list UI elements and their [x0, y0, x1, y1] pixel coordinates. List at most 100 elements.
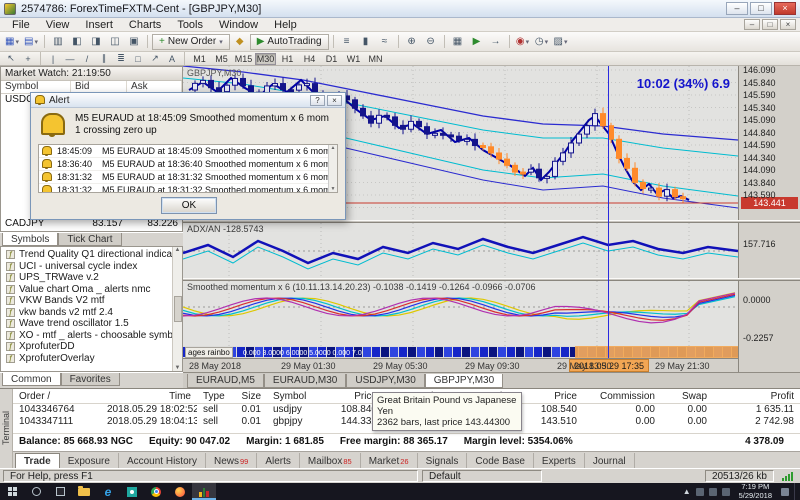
menu-item[interactable]: File	[4, 18, 38, 32]
orders-column-header[interactable]: Price	[517, 391, 583, 403]
market-watch-icon[interactable]: ▥	[49, 34, 67, 50]
shapes-icon[interactable]: □	[130, 53, 146, 65]
dialog-close-icon[interactable]: ×	[327, 95, 342, 106]
timeframe-button[interactable]: H1	[277, 53, 298, 65]
restore-button[interactable]: □	[750, 2, 772, 15]
orders-column-header[interactable]: Size	[233, 391, 267, 403]
navigator-item[interactable]: ƒ UCI - universal cycle index	[1, 261, 182, 273]
timeframe-button[interactable]: W1	[343, 53, 364, 65]
bar-chart-icon[interactable]: ≡	[338, 34, 356, 50]
horizontal-line-icon[interactable]: —	[62, 53, 78, 65]
taskbar-clock[interactable]: 7:19 PM 5/29/2018	[735, 483, 776, 500]
fibonacci-icon[interactable]: ≣	[113, 53, 129, 65]
terminal-tab[interactable]: Mailbox85	[300, 453, 361, 469]
timeframe-button[interactable]: D1	[321, 53, 342, 65]
orders-column-header[interactable]: Type	[197, 391, 233, 403]
vertical-line-icon[interactable]: |	[45, 53, 61, 65]
navigator-item[interactable]: ƒ VKW Bands V2 mtf	[1, 295, 182, 307]
chrome-icon[interactable]	[144, 483, 168, 500]
close-button[interactable]: ×	[774, 2, 796, 15]
menu-item[interactable]: Help	[266, 18, 305, 32]
time-axis[interactable]: 2018.05.29 17:35 28 May 201829 May 01:30…	[183, 358, 738, 372]
navigator-item[interactable]: ƒ Trend Quality Q1 directional indicator…	[1, 249, 182, 261]
terminal-tab[interactable]: Code Base	[467, 453, 533, 469]
new-chart-icon[interactable]: ▦▾	[3, 34, 21, 50]
line-chart-icon[interactable]: ≈	[376, 34, 394, 50]
menu-item[interactable]: View	[38, 18, 78, 32]
terminal-tab[interactable]: Account History	[119, 453, 206, 469]
alert-row[interactable]: 18:31:32 M5 EURAUD at 18:31:32 Smoothed …	[39, 171, 337, 184]
tile-windows-icon[interactable]: ▦	[449, 34, 467, 50]
tray-icon[interactable]	[722, 488, 730, 496]
market-watch-tab[interactable]: Symbols	[2, 233, 58, 246]
alert-dialog-titlebar[interactable]: Alert ? ×	[31, 93, 345, 108]
status-profile[interactable]: Default	[422, 470, 542, 482]
timeframe-button[interactable]: M30	[255, 53, 276, 65]
new-order-button[interactable]: +New Order▾	[152, 34, 230, 50]
timeframe-button[interactable]: H4	[299, 53, 320, 65]
autotrading-button[interactable]: ▶AutoTrading	[250, 34, 329, 50]
cursor-icon[interactable]: ↖	[3, 53, 19, 65]
terminal-tab[interactable]: Trade	[15, 453, 60, 469]
chart-tab[interactable]: EURAUD,M30	[264, 374, 346, 388]
orders-column-header[interactable]: Profit	[713, 391, 800, 403]
zoom-out-icon[interactable]: ⊖	[422, 34, 440, 50]
chart-tab[interactable]: EURAUD,M5	[187, 374, 264, 388]
file-explorer-icon[interactable]	[72, 483, 96, 500]
minimize-button[interactable]: –	[726, 2, 748, 15]
timeframe-button[interactable]: M5	[211, 53, 232, 65]
terminal-tab[interactable]: Exposure	[60, 453, 119, 469]
firefox-icon[interactable]	[168, 483, 192, 500]
terminal-icon[interactable]: ◫	[106, 34, 124, 50]
periods-icon[interactable]: ◷▾	[533, 34, 551, 50]
chart-shift-icon[interactable]: →	[487, 34, 505, 50]
strategy-tester-icon[interactable]: ▣	[125, 34, 143, 50]
navigator-tab[interactable]: Favorites	[61, 373, 120, 386]
profiles-icon[interactable]: ▤▾	[22, 34, 40, 50]
photos-icon[interactable]	[120, 483, 144, 500]
orders-column-header[interactable]: Order /	[13, 391, 101, 403]
navigator-item[interactable]: ƒ UPS_TRWave v.2	[1, 272, 182, 284]
terminal-tab[interactable]: Journal	[585, 453, 635, 469]
vertical-crosshair-line[interactable]	[608, 66, 609, 358]
text-label-icon[interactable]: A	[164, 53, 180, 65]
terminal-tab[interactable]: News99	[206, 453, 257, 469]
tray-icon[interactable]	[709, 488, 717, 496]
edge-icon[interactable]: e	[96, 483, 120, 500]
navigator-item[interactable]: ƒ vkw bands v2 mtf 2.4	[1, 307, 182, 319]
navigator-tab[interactable]: Common	[2, 373, 61, 386]
terminal-tab[interactable]: Signals	[418, 453, 468, 469]
navigator-item[interactable]: ƒ Wave trend oscillator 1.5	[1, 318, 182, 330]
templates-icon[interactable]: ▨▾	[552, 34, 570, 50]
alert-row[interactable]: 18:45:09 M5 EURAUD at 18:45:09 Smoothed …	[39, 145, 337, 158]
orders-column-header[interactable]: Time	[101, 391, 197, 403]
menu-item[interactable]: Window	[211, 18, 266, 32]
orders-column-header[interactable]: Commission	[583, 391, 661, 403]
terminal-tab[interactable]: Alerts	[257, 453, 300, 469]
zoom-in-icon[interactable]: ⊕	[403, 34, 421, 50]
navigator-item[interactable]: ƒ XO - mtf _ alerts - choosable symbol (…	[1, 330, 182, 342]
chart-restore-button[interactable]: □	[762, 19, 778, 30]
tray-chevron-icon[interactable]: ▲	[683, 487, 691, 496]
terminal-tab[interactable]: Experts	[534, 453, 585, 469]
metaeditor-icon[interactable]: ◆	[231, 34, 249, 50]
channel-icon[interactable]: ∥	[96, 53, 112, 65]
indicators-icon[interactable]: ◉▾	[514, 34, 532, 50]
tray-icon[interactable]	[696, 488, 704, 496]
indicator-window-1[interactable]	[183, 223, 738, 278]
trendline-icon[interactable]: /	[79, 53, 95, 65]
cortana-search-button[interactable]	[24, 483, 48, 500]
task-view-button[interactable]	[48, 483, 72, 500]
window-separator[interactable]	[183, 278, 800, 281]
arrows-icon[interactable]: ↗	[147, 53, 163, 65]
help-icon[interactable]: ?	[310, 95, 325, 106]
candlestick-chart-icon[interactable]: ▮	[357, 34, 375, 50]
chart-close-button[interactable]: ×	[780, 19, 796, 30]
market-watch-tab[interactable]: Tick Chart	[58, 233, 121, 246]
alert-list-scrollbar[interactable]: ▲▼	[328, 145, 337, 192]
start-button[interactable]	[0, 483, 24, 500]
data-window-icon[interactable]: ◧	[68, 34, 86, 50]
window-separator[interactable]	[183, 220, 800, 223]
orders-column-header[interactable]: Symbol	[267, 391, 323, 403]
action-center-icon[interactable]	[781, 488, 789, 496]
